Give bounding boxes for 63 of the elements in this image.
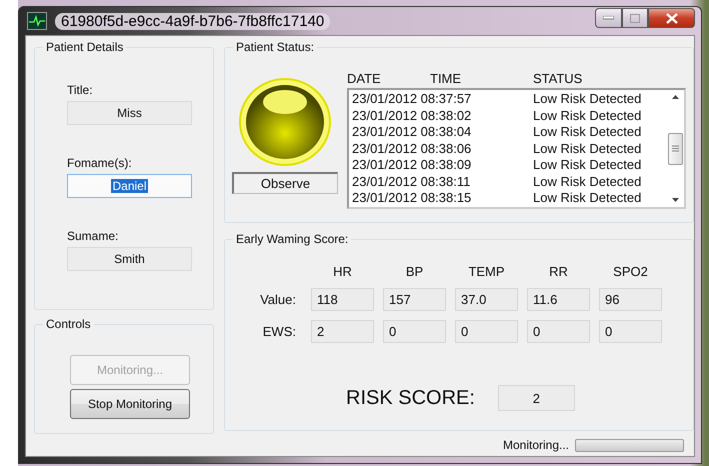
value-field: 37.0 — [455, 288, 518, 311]
heartbeat-monitor-icon — [27, 12, 47, 30]
date-time-cell-text: 23/01/2012 08:38:11 — [352, 174, 472, 190]
row-label: EWS: — [262, 324, 297, 339]
panel-title: Patient Status: — [233, 40, 318, 54]
value-field: 11.6 — [527, 288, 590, 311]
maximize-icon — [630, 14, 640, 22]
value-field: 0 — [383, 320, 446, 343]
close-icon — [666, 12, 678, 24]
status-cell-text: Low Risk Detected — [533, 140, 642, 157]
value-field: 118 — [311, 288, 374, 311]
minimize-icon — [603, 16, 614, 20]
risk-score-label: RISK SCORE: — [346, 386, 475, 410]
status-cell-text: Low Risk Detected — [533, 157, 642, 174]
scroll-down-arrow-icon[interactable] — [672, 198, 679, 202]
text-field[interactable]: Daniel — [67, 174, 192, 198]
close-button[interactable] — [648, 8, 695, 28]
field-label: Title: — [67, 83, 94, 97]
date-time-cell-text: 23/01/2012 08:38:06 — [352, 140, 472, 157]
maximize-button[interactable] — [622, 8, 648, 28]
status-cell-text: Low Risk Detected — [533, 124, 642, 140]
field-label: Sumame: — [67, 229, 120, 243]
text-field[interactable]: Smith — [67, 247, 192, 271]
column-header: BP — [404, 265, 424, 279]
status-log-list[interactable] — [347, 88, 686, 209]
scroll-thumb[interactable] — [668, 132, 683, 164]
value-field: 96 — [599, 288, 662, 311]
date-time-cell-text: 23/01/2012 08:37:57 — [352, 91, 472, 108]
status-cell-text: Low Risk Detected — [533, 108, 642, 124]
row-label: Value: — [259, 292, 297, 307]
grip-icon — [672, 145, 679, 152]
status-cell-text: Low Risk Detected — [533, 174, 642, 190]
value-field: 0 — [599, 320, 662, 343]
indicator-light-icon — [239, 78, 331, 166]
scroll-up-arrow-icon[interactable] — [672, 95, 679, 99]
status-cell-text: Low Risk Detected — [533, 91, 642, 108]
date-time-cell-text: 23/01/2012 08:38:04 — [352, 124, 472, 140]
panel-title: Controls — [43, 317, 94, 331]
column-header: TIME — [430, 70, 462, 86]
status-label: Observe — [232, 172, 338, 194]
status-text: Monitoring... — [502, 438, 569, 452]
value-field: 157 — [383, 288, 446, 311]
column-header: DATE — [347, 70, 382, 86]
field-label: Fomame(s): — [67, 156, 133, 170]
column-header: SPO2 — [612, 265, 649, 279]
monitoring-button[interactable]: Stop Monitoring — [70, 389, 190, 419]
date-time-cell-text: 23/01/2012 08:38:15 — [352, 190, 472, 206]
value-field: 0 — [455, 320, 518, 343]
minimize-button[interactable] — [595, 8, 622, 28]
column-header: TEMP — [467, 265, 506, 279]
value-field: 0 — [527, 320, 590, 343]
window-title: 61980f5d-e9cc-4a9f-b7b6-7fb8ffc17140 — [55, 12, 330, 30]
column-header: RR — [548, 265, 569, 279]
risk-score-field: 2 — [498, 385, 575, 411]
panel-title: Patient Details — [43, 40, 126, 54]
column-header: HR — [332, 265, 353, 279]
status-cell-text: Low Risk Detected — [533, 190, 642, 206]
value-field: 2 — [311, 320, 374, 343]
column-header: STATUS — [533, 70, 584, 86]
date-time-cell-text: 23/01/2012 08:38:09 — [352, 157, 472, 174]
text-field[interactable]: Miss — [67, 101, 192, 125]
date-time-cell-text: 23/01/2012 08:38:02 — [352, 108, 472, 124]
panel-title: Early Waming Score: — [233, 232, 352, 246]
